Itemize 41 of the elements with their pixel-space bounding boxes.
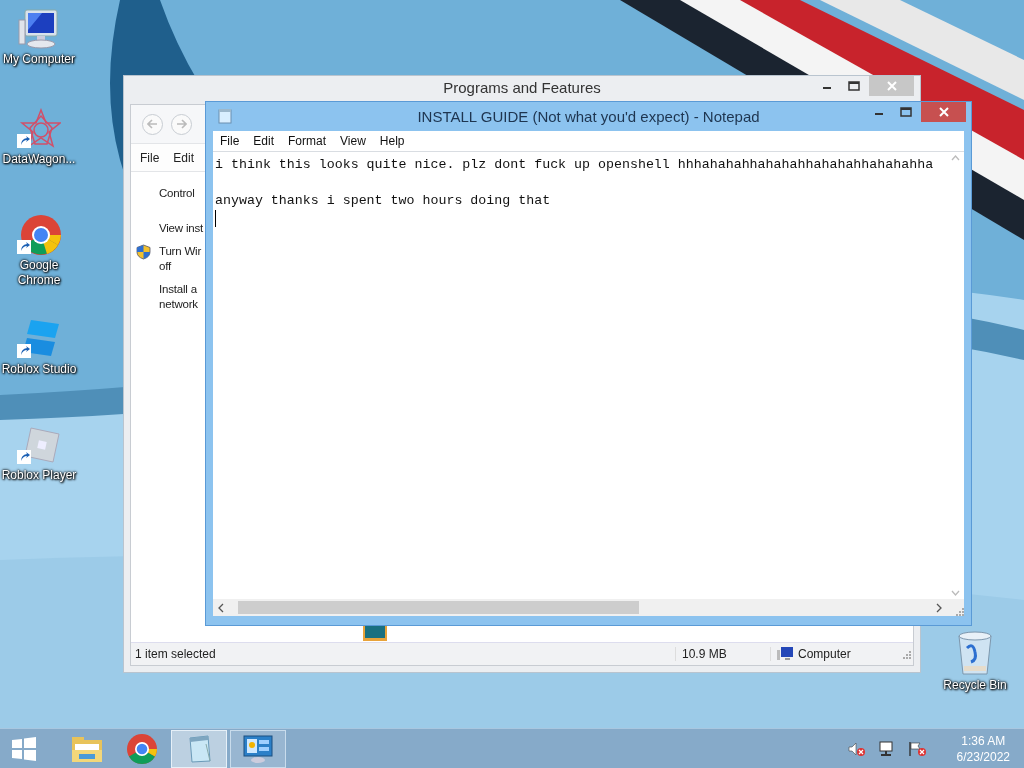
notepad-icon	[218, 108, 232, 124]
maximize-icon	[899, 107, 912, 117]
flag-icon[interactable]	[906, 740, 927, 757]
size-text: 10.9 MB	[675, 647, 770, 661]
window-title: Programs and Features	[443, 79, 601, 96]
menu-item[interactable]: File	[213, 134, 247, 148]
maximize-icon	[847, 81, 860, 91]
program-icon	[362, 626, 388, 642]
menu-item[interactable]: Edit	[173, 150, 195, 165]
document-text[interactable]: i think this looks quite nice. plz dont fuck up openshell hhhahahahhahahahhahahahhahahahha anyway thanks i spent two hours doing that	[215, 156, 947, 210]
task-link[interactable]: View inst	[159, 221, 203, 236]
control-panel-icon	[242, 733, 274, 764]
scroll-down-icon[interactable]	[951, 590, 960, 596]
taskbar-button[interactable]	[171, 729, 227, 768]
close-icon	[885, 80, 898, 92]
windows-logo-icon	[11, 735, 37, 762]
scroll-up-icon[interactable]	[951, 155, 960, 161]
task-link[interactable]: Control	[159, 186, 195, 201]
menu-item[interactable]: View	[333, 134, 373, 148]
resize-grip-icon[interactable]	[954, 606, 964, 616]
location-text: Computer	[798, 647, 851, 661]
menu-item[interactable]: Help	[372, 134, 412, 148]
close-icon	[937, 106, 950, 118]
task-link[interactable]: Turn Wir off	[159, 244, 202, 274]
taskbar-button[interactable]	[230, 729, 286, 768]
resize-grip-icon[interactable]	[901, 649, 911, 659]
round-logo-icon	[126, 732, 158, 765]
forward-arrow-icon	[176, 119, 187, 129]
menu-item[interactable]: File	[140, 150, 160, 165]
menu-item[interactable]: Edit	[246, 134, 282, 148]
task-link[interactable]: Install a network	[159, 282, 198, 312]
text-cursor	[215, 210, 216, 227]
back-arrow-icon	[147, 119, 158, 129]
status-text: 1 item selected	[134, 647, 217, 661]
shield-icon	[136, 244, 151, 260]
muted-speaker-icon[interactable]	[846, 740, 867, 757]
menu-item[interactable]: Format	[281, 134, 334, 148]
computer-icon	[777, 647, 793, 661]
window-title: INSTALL GUIDE (Not what you'd expect) - Notepad	[417, 108, 760, 125]
scrollbar-thumb[interactable]	[238, 601, 640, 614]
close-button[interactable]	[921, 102, 966, 122]
